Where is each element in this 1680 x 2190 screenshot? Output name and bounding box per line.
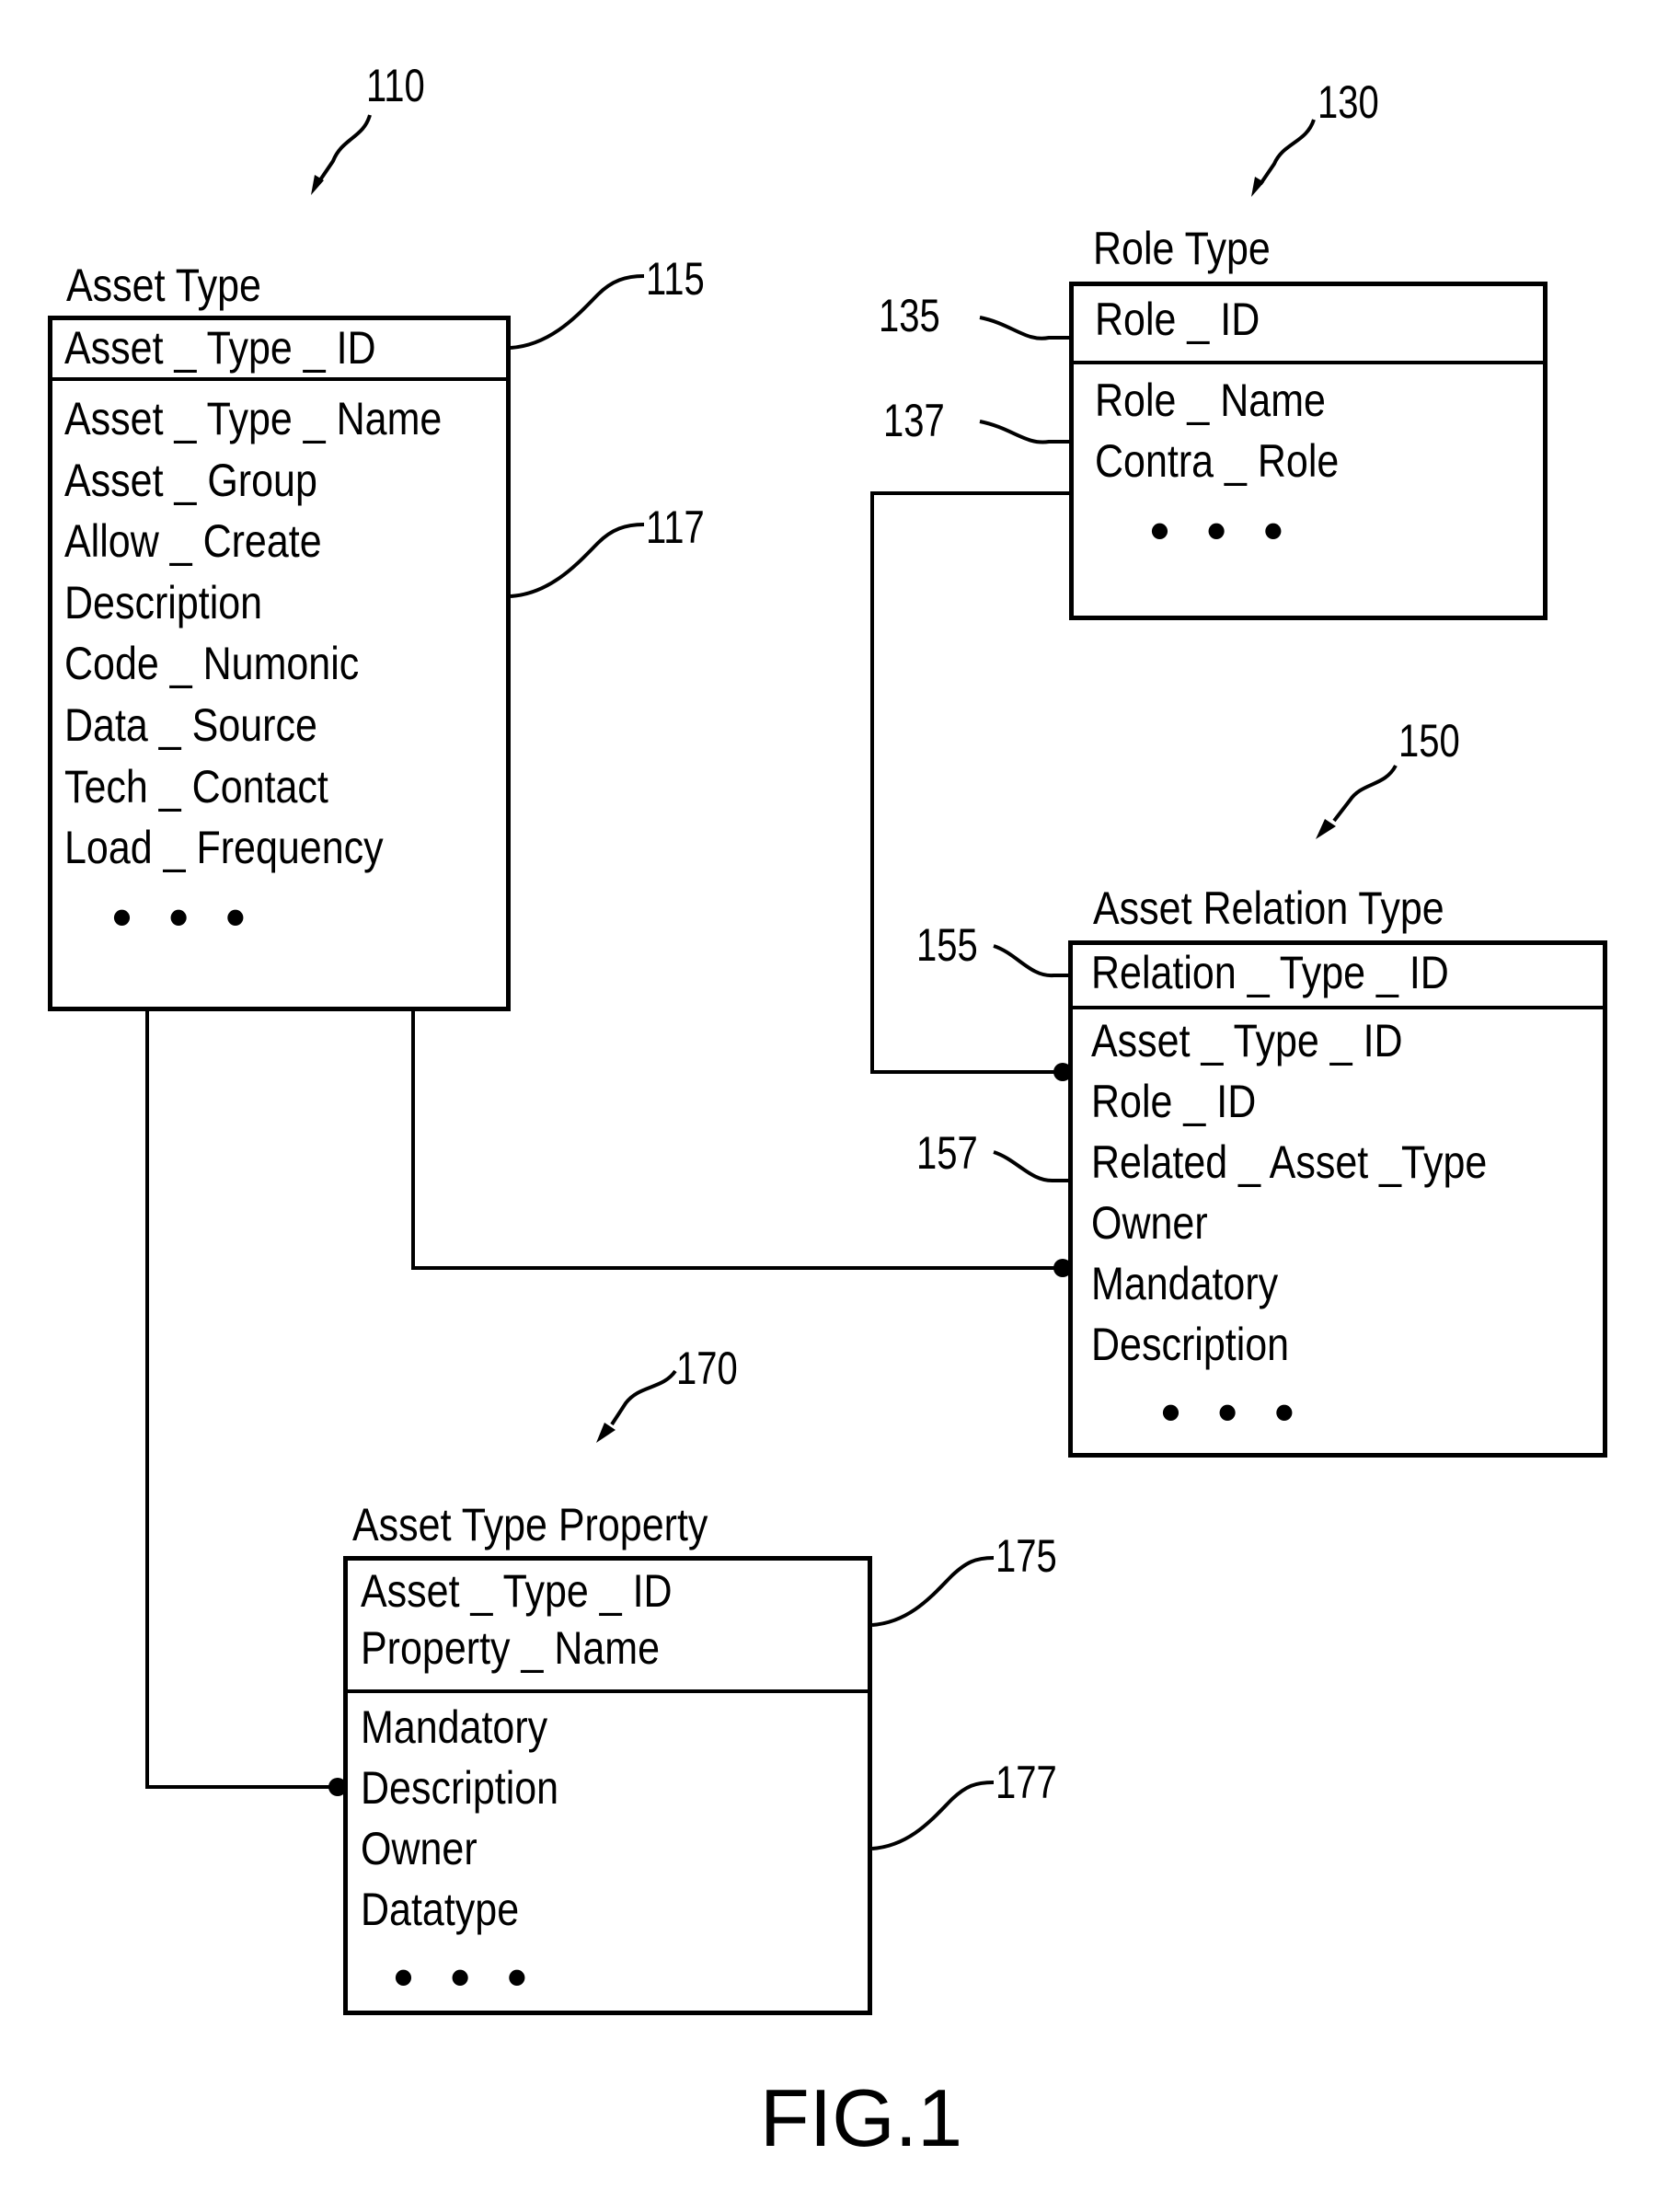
key-field: Asset _ Type _ ID bbox=[361, 1565, 673, 1617]
arrowhead-150 bbox=[1316, 819, 1336, 839]
ref-label-130: 130 bbox=[1318, 76, 1379, 128]
attribute-field: Datatype bbox=[361, 1884, 520, 1935]
attribute-field: Mandatory bbox=[361, 1701, 548, 1753]
leader-157 bbox=[993, 1150, 1068, 1183]
entity-title-asset-type: Asset Type bbox=[66, 259, 261, 311]
attribute-field: Load _ Frequency bbox=[64, 822, 384, 873]
ref-label-170: 170 bbox=[676, 1343, 738, 1394]
figure-caption: FIG.1 bbox=[760, 2072, 963, 2163]
ref-label-110: 110 bbox=[366, 60, 425, 111]
more-fields-ellipsis: • • • bbox=[394, 1946, 538, 2008]
ref-label-177: 177 bbox=[995, 1757, 1057, 1808]
attribute-field: Tech _ Contact bbox=[64, 761, 328, 813]
key-field: Role _ ID bbox=[1095, 294, 1260, 345]
attribute-field: Description bbox=[64, 577, 263, 628]
arrow-150 bbox=[1332, 764, 1398, 823]
attribute-field: Description bbox=[1091, 1319, 1290, 1370]
key-field: Asset _ Type _ ID bbox=[64, 322, 376, 374]
ref-label-157: 157 bbox=[916, 1127, 978, 1179]
key-field: Relation _ Type _ ID bbox=[1091, 947, 1449, 998]
entity-title-asset-type-property: Asset Type Property bbox=[352, 1499, 708, 1550]
ref-label-137: 137 bbox=[883, 395, 945, 446]
attribute-field: Related _ Asset _Type bbox=[1091, 1136, 1488, 1188]
arrow-170 bbox=[610, 1369, 677, 1426]
leader-155 bbox=[993, 944, 1068, 978]
connector-assettype-to-property bbox=[145, 1009, 333, 1789]
attribute-field: Code _ Numonic bbox=[64, 638, 360, 689]
arrow-110 bbox=[316, 114, 372, 186]
ref-label-175: 175 bbox=[995, 1530, 1057, 1582]
ref-label-150: 150 bbox=[1398, 715, 1460, 766]
key-field: Property _ Name bbox=[361, 1622, 661, 1674]
attribute-field: Asset _ Type _ ID bbox=[1091, 1015, 1403, 1066]
leader-115 bbox=[510, 274, 645, 350]
ref-label-135: 135 bbox=[879, 290, 940, 341]
more-fields-ellipsis: • • • bbox=[1150, 500, 1295, 561]
leader-135 bbox=[979, 316, 1069, 340]
arrow-130 bbox=[1259, 119, 1316, 186]
leader-117 bbox=[510, 523, 645, 598]
attribute-field: Asset _ Type _ Name bbox=[64, 393, 443, 444]
leader-177 bbox=[871, 1781, 995, 1850]
leader-137 bbox=[979, 420, 1069, 444]
attribute-field: Owner bbox=[1091, 1197, 1208, 1249]
leader-175 bbox=[871, 1556, 995, 1627]
attribute-field: Role _ ID bbox=[1091, 1076, 1257, 1127]
connector-role-to-relation bbox=[870, 491, 1069, 1074]
ref-label-117: 117 bbox=[646, 501, 705, 553]
entity-title-asset-relation-type: Asset Relation Type bbox=[1093, 882, 1444, 934]
attribute-field: Role _ Name bbox=[1095, 375, 1326, 426]
attribute-field: Owner bbox=[361, 1823, 478, 1874]
ref-label-115: 115 bbox=[646, 253, 705, 305]
attribute-field: Data _ Source bbox=[64, 699, 317, 751]
attribute-field: Description bbox=[361, 1762, 559, 1814]
attribute-field: Allow _ Create bbox=[64, 515, 322, 567]
attribute-field: Asset _ Group bbox=[64, 455, 317, 506]
arrowhead-170 bbox=[596, 1423, 616, 1443]
more-fields-ellipsis: • • • bbox=[1161, 1381, 1306, 1443]
attribute-field: Contra _ Role bbox=[1095, 435, 1340, 487]
entity-title-role-type: Role Type bbox=[1093, 223, 1271, 274]
more-fields-ellipsis: • • • bbox=[112, 886, 257, 948]
attribute-field: Mandatory bbox=[1091, 1258, 1279, 1309]
ref-label-155: 155 bbox=[916, 919, 978, 971]
